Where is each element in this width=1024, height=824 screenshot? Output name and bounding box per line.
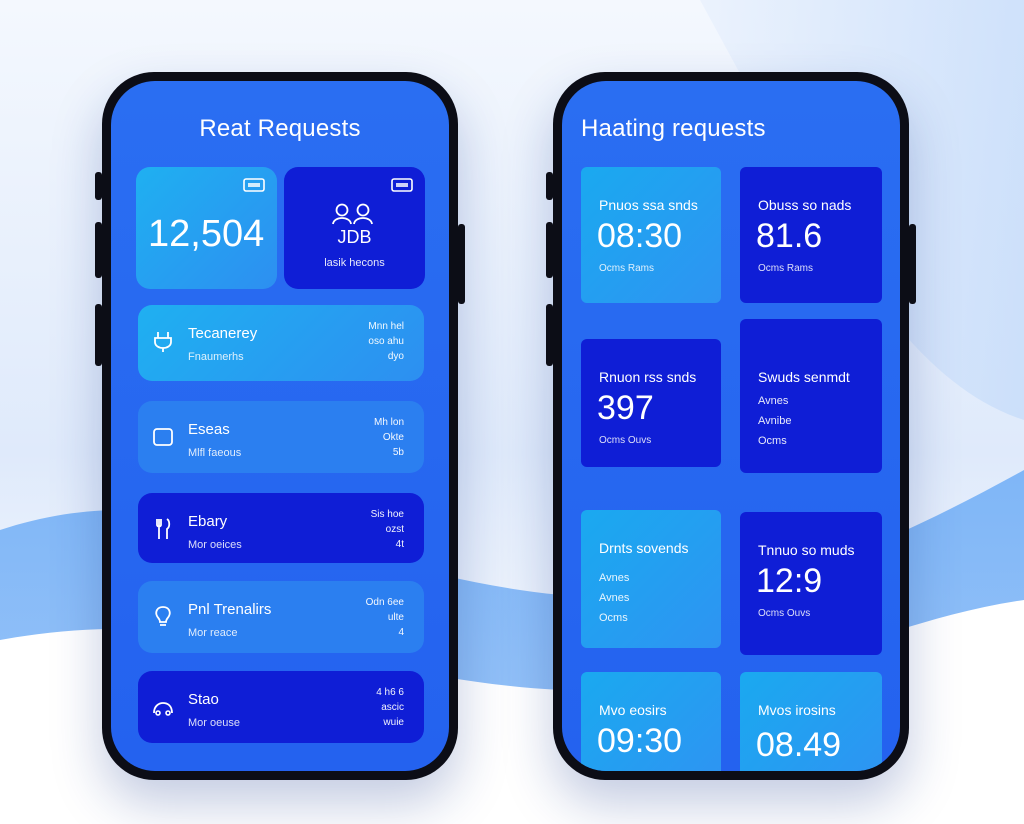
tile-value: 12:9 (756, 562, 823, 600)
tile-sub: Ocms Rams (599, 263, 654, 274)
request-tile[interactable]: Swuds senmdt Avnes Avnibe Ocms (740, 319, 882, 473)
plug-icon (154, 332, 172, 352)
left-screen: Reat Requests 12,504 JDB lasik hecons Te… (111, 81, 449, 771)
list-item[interactable]: Stao Mor oeuse 4 h6 6 ascic wuie (138, 671, 424, 743)
list-item[interactable]: Ebary Mor oeices Sis hoe ozst 4t (138, 493, 424, 563)
tile-value: 397 (597, 389, 654, 427)
list-item-title: Stao (188, 691, 219, 708)
list-item-title: Pnl Trenalirs (188, 601, 272, 618)
request-tile[interactable]: Mvos irosins 08.49 (740, 672, 882, 771)
volume-up-button (546, 222, 553, 278)
list-item-title: Eseas (188, 421, 230, 438)
list-item-subtitle: Mor oeices (188, 539, 242, 551)
phone-right: Haating requests Pnuos ssa snds 08:30 Oc… (546, 72, 916, 780)
card-icon (391, 178, 413, 192)
list-item-title: Tecanerey (188, 325, 258, 342)
request-tile[interactable]: Tnnuo so muds 12:9 Ocms Ouvs (740, 512, 882, 655)
power-button (909, 224, 916, 304)
tile-value: 08:30 (597, 217, 683, 255)
tile-label: Swuds senmdt (758, 369, 850, 385)
list-item-meta: Mnn hel oso ahu dyo (368, 321, 404, 362)
users-icon (332, 203, 373, 225)
list-item[interactable]: Tecanerey Fnaumerhs Mnn hel oso ahu dyo (138, 305, 424, 381)
stat-code: JDB (337, 227, 372, 247)
request-tile[interactable]: Drnts sovends Avnes Avnes Ocms (581, 510, 721, 648)
tile-label: Pnuos ssa snds (599, 197, 698, 213)
tile-value: 08.49 (756, 726, 842, 764)
cloud-icon (153, 702, 173, 716)
bulb-icon (155, 606, 171, 626)
list-item-title: Ebary (188, 513, 228, 530)
list-item-meta: Mh lon Okte 5b (373, 417, 404, 458)
mute-switch (546, 172, 553, 200)
request-tile[interactable]: Mvo eosirs 09:30 (581, 672, 721, 771)
card-icon (243, 178, 265, 192)
tile-label: Mvo eosirs (599, 702, 667, 718)
page-title: Haating requests (581, 115, 766, 142)
stat-card-total[interactable]: 12,504 (136, 167, 277, 289)
list-item-meta: Odn 6ee ulte 4 (365, 597, 404, 638)
tile-label: Rnuon rss snds (599, 369, 697, 385)
tile-sub: Ocms Ouvs (599, 435, 652, 446)
tile-value: 09:30 (597, 722, 683, 760)
stat-card-users[interactable]: JDB lasik hecons (284, 167, 425, 289)
box-icon (153, 428, 173, 446)
volume-up-button (95, 222, 102, 278)
list-item-subtitle: Mor oeuse (188, 717, 240, 729)
stat-value: 12,504 (148, 213, 265, 255)
tool-icon (156, 518, 171, 539)
list-item-subtitle: Fnaumerhs (188, 351, 244, 363)
request-tile[interactable]: Pnuos ssa snds 08:30 Ocms Rams (581, 167, 721, 303)
volume-down-button (546, 304, 553, 366)
tile-sub: Ocms Rams (758, 263, 813, 274)
tile-label: Tnnuo so muds (758, 542, 855, 558)
right-screen: Haating requests Pnuos ssa snds 08:30 Oc… (562, 81, 900, 771)
tile-lines: Avnes Avnibe Ocms (758, 395, 792, 447)
tile-lines: Avnes Avnes Ocms (599, 572, 630, 624)
stat-caption: lasik hecons (324, 257, 385, 269)
phone-left: Reat Requests 12,504 JDB lasik hecons Te… (95, 72, 465, 780)
mute-switch (95, 172, 102, 200)
volume-down-button (95, 304, 102, 366)
power-button (458, 224, 465, 304)
list-item[interactable]: Eseas Mlfl faeous Mh lon Okte 5b (138, 401, 424, 473)
list-item-meta: Sis hoe ozst 4t (370, 509, 404, 550)
list-item[interactable]: Pnl Trenalirs Mor reace Odn 6ee ulte 4 (138, 581, 424, 653)
request-tile[interactable]: Obuss so nads 81.6 Ocms Rams (740, 167, 882, 303)
list-item-meta: 4 h6 6 ascic wuie (376, 687, 404, 728)
list-item-subtitle: Mor reace (188, 627, 238, 639)
tile-label: Drnts sovends (599, 540, 689, 556)
tile-label: Obuss so nads (758, 197, 852, 213)
request-tile[interactable]: Rnuon rss snds 397 Ocms Ouvs (581, 339, 721, 467)
tile-sub: Ocms Ouvs (758, 608, 811, 619)
page-title: Reat Requests (199, 115, 361, 142)
tile-value: 81.6 (756, 217, 823, 255)
tile-label: Mvos irosins (758, 702, 836, 718)
list-item-subtitle: Mlfl faeous (188, 447, 242, 459)
